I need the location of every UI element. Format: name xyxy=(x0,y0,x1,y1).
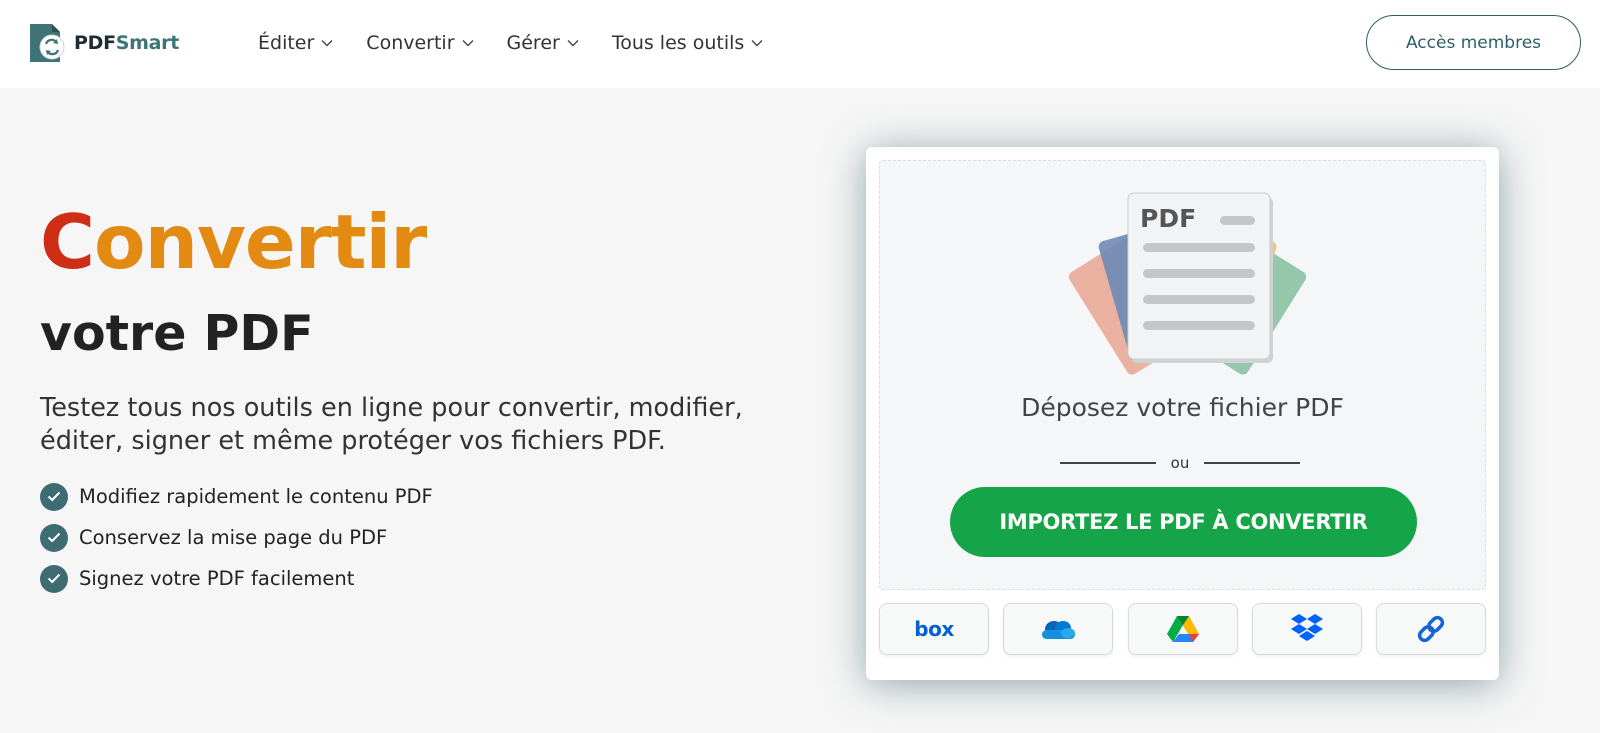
box-logo-text: box xyxy=(914,617,954,641)
upload-card: PDF Déposez votre fichier PDF ou IMPORTE… xyxy=(866,147,1499,680)
logo-text-pdf: PDF xyxy=(74,32,116,54)
feature-text: Conservez la mise page du PDF xyxy=(79,526,388,549)
file-dropzone[interactable]: PDF Déposez votre fichier PDF ou IMPORTE… xyxy=(879,160,1486,590)
source-onedrive-button[interactable] xyxy=(1003,603,1114,655)
feature-item: Signez votre PDF facilement xyxy=(40,558,433,599)
onedrive-icon xyxy=(1042,621,1076,639)
chevron-down-icon xyxy=(462,40,474,47)
source-dropbox-button[interactable] xyxy=(1251,603,1362,655)
feature-text: Signez votre PDF facilement xyxy=(79,567,355,590)
logo-text: PDFSmart xyxy=(74,32,179,54)
nav-editer[interactable]: Éditer xyxy=(258,32,333,54)
check-icon xyxy=(40,523,68,552)
divider-line xyxy=(1060,462,1156,464)
chevron-down-icon xyxy=(751,40,763,47)
pdf-documents-illustration: PDF xyxy=(1068,192,1307,375)
top-navigation-bar: PDFSmart Éditer Convertir Gérer Tous les… xyxy=(0,0,1600,88)
nav-tous-les-outils[interactable]: Tous les outils xyxy=(612,32,763,54)
feature-text: Modifiez rapidement le contenu PDF xyxy=(79,485,433,508)
nav-convertir-label: Convertir xyxy=(366,32,455,54)
logo-text-smart: Smart xyxy=(115,32,180,54)
check-icon xyxy=(40,482,68,511)
source-box-button[interactable]: box xyxy=(879,603,989,655)
hero-title-first-letter: C xyxy=(40,198,95,286)
nav-convertir[interactable]: Convertir xyxy=(366,32,474,54)
divider-line xyxy=(1204,462,1300,464)
feature-item: Modifiez rapidement le contenu PDF xyxy=(40,476,433,517)
hero-description: Testez tous nos outils en ligne pour con… xyxy=(40,393,743,456)
member-access-button[interactable]: Accès membres xyxy=(1366,15,1581,70)
source-google-drive-button[interactable] xyxy=(1127,603,1238,655)
hero-title-rest: onvertir xyxy=(94,198,427,286)
drop-instruction: Déposez votre fichier PDF xyxy=(1021,393,1344,422)
feature-item: Conservez la mise page du PDF xyxy=(40,517,433,558)
nav-editer-label: Éditer xyxy=(258,32,315,54)
pdfsmart-logo[interactable]: PDFSmart xyxy=(26,22,179,64)
check-icon xyxy=(40,564,68,593)
link-icon xyxy=(1417,615,1445,643)
dropbox-icon xyxy=(1290,614,1323,641)
feature-list: Modifiez rapidement le contenu PDF Conse… xyxy=(40,476,433,599)
hero-title: Convertir xyxy=(40,205,427,280)
or-label: ou xyxy=(1170,454,1190,472)
chevron-down-icon xyxy=(321,40,333,47)
pdf-doc-label: PDF xyxy=(1140,204,1196,233)
nav-gerer-label: Gérer xyxy=(506,32,560,54)
or-divider: ou xyxy=(1060,454,1300,472)
chevron-down-icon xyxy=(567,40,579,47)
import-pdf-button[interactable]: IMPORTEZ LE PDF À CONVERTIR xyxy=(950,487,1417,557)
box-logo-icon: box xyxy=(914,617,955,641)
hero-subtitle: votre PDF xyxy=(40,305,314,362)
source-link-button[interactable] xyxy=(1376,603,1486,655)
cloud-source-buttons: box xyxy=(879,603,1486,655)
main-nav: Éditer Convertir Gérer Tous les outils xyxy=(258,32,796,54)
nav-tous-les-outils-label: Tous les outils xyxy=(611,32,745,54)
pdfsmart-logo-icon xyxy=(26,22,68,64)
nav-gerer[interactable]: Gérer xyxy=(507,32,579,54)
google-drive-icon xyxy=(1166,616,1199,642)
